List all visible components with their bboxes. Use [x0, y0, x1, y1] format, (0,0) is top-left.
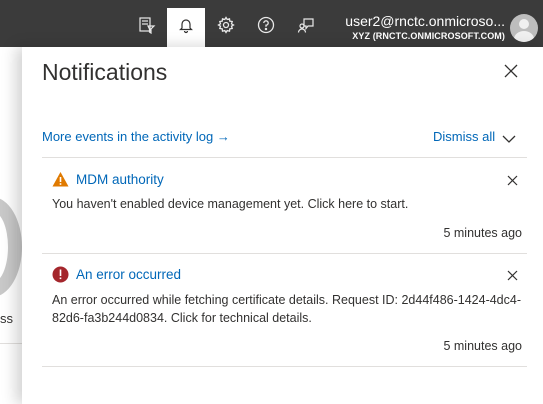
notification-title[interactable]: An error occurred	[76, 267, 181, 282]
close-icon	[504, 64, 518, 83]
activity-log-link[interactable]: More events in the activity log →	[42, 129, 230, 144]
notification-time: 5 minutes ago	[443, 226, 522, 240]
notification-title[interactable]: MDM authority	[76, 172, 164, 187]
background-ring-graphic	[0, 197, 22, 297]
account-name: user2@rnctc.onmicroso...	[345, 13, 505, 29]
divider	[42, 366, 527, 367]
panel-title: Notifications	[42, 59, 168, 85]
account-tenant: XYZ (RNCTC.ONMICROSOFT.COM)	[352, 31, 505, 41]
background-page: ss	[0, 47, 22, 404]
notifications-panel: Notifications More events in the activit…	[22, 47, 543, 404]
directory-subscription-button[interactable]	[128, 8, 166, 47]
feedback-button[interactable]	[287, 8, 325, 47]
settings-button[interactable]	[207, 8, 245, 47]
avatar[interactable]	[510, 14, 538, 42]
top-header-bar: user2@rnctc.onmicroso... XYZ (RNCTC.ONMI…	[0, 0, 543, 47]
bell-icon	[177, 16, 195, 39]
notifications-button[interactable]	[167, 8, 205, 47]
account-menu[interactable]: user2@rnctc.onmicroso... XYZ (RNCTC.ONMI…	[325, 12, 505, 42]
help-icon	[257, 16, 275, 39]
notification-item[interactable]: An error occurred An error occurred whil…	[42, 254, 527, 366]
error-icon	[52, 266, 69, 283]
background-divider	[0, 343, 22, 344]
notification-item[interactable]: MDM authority You haven't enabled device…	[42, 158, 527, 253]
dismiss-notification-button[interactable]	[504, 267, 520, 283]
feedback-icon	[297, 16, 315, 39]
help-button[interactable]	[247, 8, 285, 47]
gear-icon	[217, 16, 235, 39]
close-panel-button[interactable]	[500, 62, 522, 84]
warning-icon	[52, 171, 69, 188]
dismiss-notification-button[interactable]	[504, 172, 520, 188]
notification-time: 5 minutes ago	[443, 339, 522, 353]
notification-body: You haven't enabled device management ye…	[52, 197, 409, 211]
directory-filter-icon	[138, 16, 156, 39]
chevron-down-icon[interactable]	[502, 131, 516, 143]
background-partial-text: ss	[0, 311, 13, 326]
dismiss-all-button[interactable]: Dismiss all	[433, 129, 495, 144]
notification-body: An error occurred while fetching certifi…	[52, 293, 522, 325]
